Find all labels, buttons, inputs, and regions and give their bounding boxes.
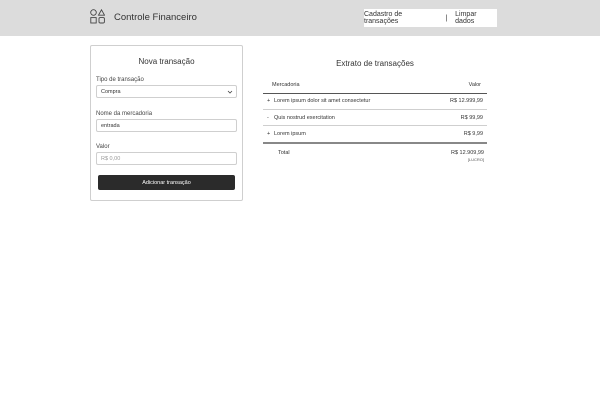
row-name: Lorem ipsum dolor sit amet consectetur xyxy=(274,98,371,104)
total-value: R$ 12.909,99 xyxy=(450,150,484,156)
total-label: Total xyxy=(278,150,290,156)
column-header-mercadoria: Mercadoria xyxy=(272,82,300,88)
row-sign: - xyxy=(267,115,269,121)
top-nav: Cadastro de transações | Limpar dados xyxy=(364,9,497,27)
row-name: Quis nostrud exercitation xyxy=(274,115,335,121)
add-transaction-button[interactable]: Adicionar transação xyxy=(98,175,235,190)
nome-label: Nome da mercadoria xyxy=(96,111,153,117)
tipo-select[interactable]: Compra xyxy=(96,85,237,98)
form-title: Nova transação xyxy=(138,57,195,66)
statement-title: Extrato de transações xyxy=(336,59,414,68)
table-row: - Quis nostrud exercitation R$ 99,99 xyxy=(263,111,487,125)
nav-cadastro-link[interactable]: Cadastro de transações xyxy=(364,11,437,25)
row-divider xyxy=(263,125,487,126)
row-divider xyxy=(263,109,487,110)
table-row: + Lorem ipsum dolor sit amet consectetur… xyxy=(263,94,487,108)
table-row: + Lorem ipsum R$ 9,99 xyxy=(263,127,487,141)
nav-limpar-link[interactable]: Limpar dados xyxy=(455,11,497,25)
shapes-icon xyxy=(90,9,105,24)
total-status-badge: [LUCRO] xyxy=(467,157,484,162)
column-header-valor: Valor xyxy=(468,82,481,88)
total-divider xyxy=(263,142,487,144)
valor-input[interactable]: R$ 0,00 xyxy=(96,152,237,165)
row-name: Lorem ipsum xyxy=(274,131,306,137)
row-value: R$ 12.999,99 xyxy=(449,98,483,104)
nav-separator: | xyxy=(445,14,448,22)
nome-input-value: entrada xyxy=(101,122,120,129)
valor-input-placeholder: R$ 0,00 xyxy=(101,155,121,162)
nome-input[interactable]: entrada xyxy=(96,119,237,132)
row-value: R$ 9,99 xyxy=(463,131,483,137)
chevron-down-icon xyxy=(227,90,233,94)
row-value: R$ 99,99 xyxy=(460,115,483,121)
app-header: Controle Financeiro Cadastro de transaçõ… xyxy=(0,0,600,36)
valor-label: Valor xyxy=(96,144,110,150)
row-sign: + xyxy=(267,131,271,137)
app-title: Controle Financeiro xyxy=(114,12,197,23)
transaction-form-card: Nova transação Tipo de transação Compra … xyxy=(90,45,243,201)
tipo-label: Tipo de transação xyxy=(96,77,144,83)
row-sign: + xyxy=(267,98,271,104)
statement-header-row: Mercadoria Valor xyxy=(263,78,487,93)
tipo-select-value: Compra xyxy=(101,88,121,95)
